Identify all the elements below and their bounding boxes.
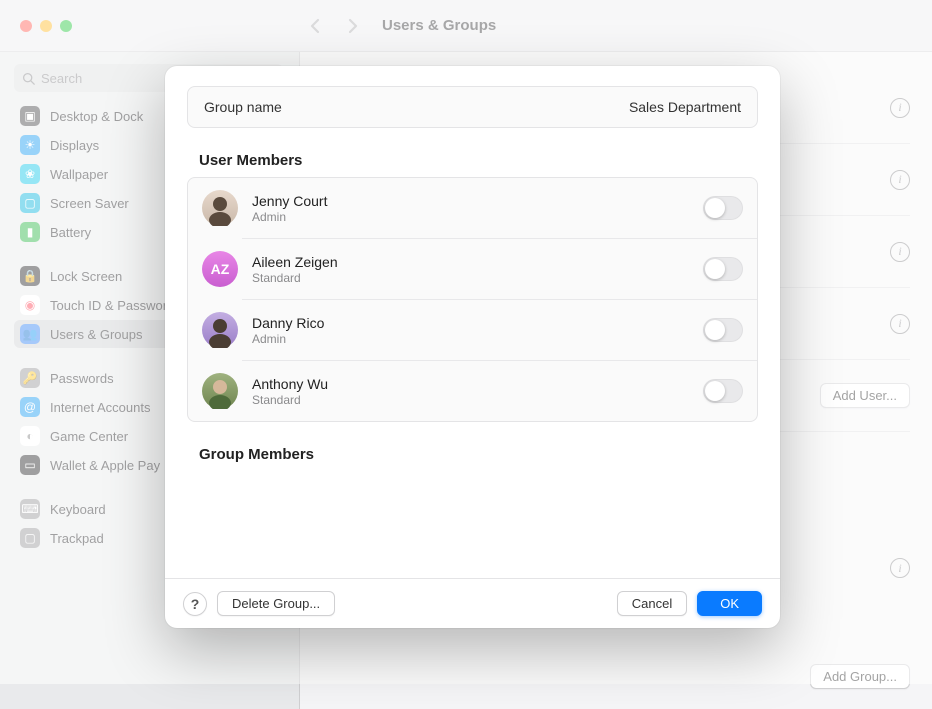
info-icon[interactable]: i [890,98,910,118]
member-row: Danny Rico Admin [188,300,757,360]
at-icon: @ [20,397,40,417]
memoji-icon [202,312,238,348]
cancel-button[interactable]: Cancel [617,591,687,616]
forward-button[interactable] [338,11,368,41]
member-name: Anthony Wu [252,376,689,392]
member-role: Admin [252,210,689,224]
nav-buttons [300,11,368,41]
maximize-button[interactable] [60,20,72,32]
memoji-icon [202,190,238,226]
info-icon[interactable]: i [890,170,910,190]
wallet-icon: ▭ [20,455,40,475]
back-button[interactable] [300,11,330,41]
page-title: Users & Groups [382,17,496,34]
minimize-button[interactable] [40,20,52,32]
member-name: Jenny Court [252,193,689,209]
avatar [202,190,238,226]
window-controls [0,20,100,32]
chevron-left-icon [310,18,320,34]
chevron-right-icon [348,18,358,34]
sidebar-item-label: Trackpad [50,531,104,546]
sidebar-item-label: Lock Screen [50,269,122,284]
sidebar-item-label: Wallet & Apple Pay [50,458,160,473]
avatar: AZ [202,251,238,287]
game-center-icon: ◐ [20,426,40,446]
sidebar-item-label: Touch ID & Password [50,298,174,313]
sidebar-item-label: Internet Accounts [50,400,150,415]
group-name-value: Sales Department [629,99,741,115]
member-toggle[interactable] [703,257,743,281]
trackpad-icon: ▢ [20,528,40,548]
group-name-label: Group name [204,99,282,115]
info-icon[interactable]: i [890,314,910,334]
sidebar-item-label: Wallpaper [50,167,108,182]
info-icon[interactable]: i [890,558,910,578]
group-members-header: Group Members [199,446,756,463]
group-name-row[interactable]: Group name Sales Department [187,86,758,128]
search-placeholder: Search [41,71,82,86]
member-row: AZ Aileen Zeigen Standard [188,239,757,299]
lock-icon: 🔒 [20,266,40,286]
info-icon[interactable]: i [890,242,910,262]
avatar [202,312,238,348]
desktop-icon: ▣ [20,106,40,126]
add-user-button[interactable]: Add User... [820,383,910,408]
member-name: Aileen Zeigen [252,254,689,270]
sidebar-item-label: Game Center [50,429,128,444]
member-row: Anthony Wu Standard [188,361,757,421]
help-button[interactable]: ? [183,592,207,616]
sidebar-item-label: Keyboard [50,502,106,517]
member-role: Standard [252,271,689,285]
sidebar-item-label: Passwords [50,371,114,386]
avatar-initials: AZ [211,261,230,277]
sidebar-item-label: Displays [50,138,99,153]
displays-icon: ☀ [20,135,40,155]
sidebar-item-label: Screen Saver [50,196,129,211]
users-icon: 👥 [20,324,40,344]
member-toggle[interactable] [703,196,743,220]
fingerprint-icon: ◉ [20,295,40,315]
member-name: Danny Rico [252,315,689,331]
wallpaper-icon: ❀ [20,164,40,184]
question-mark-icon: ? [191,596,200,612]
search-icon [22,72,35,85]
member-toggle[interactable] [703,379,743,403]
sidebar-item-label: Battery [50,225,91,240]
user-members-header: User Members [199,152,756,169]
keyboard-icon: ⌨ [20,499,40,519]
ok-button[interactable]: OK [697,591,762,616]
member-row: Jenny Court Admin [188,178,757,238]
edit-group-dialog: Group name Sales Department User Members… [165,66,780,628]
member-role: Standard [252,393,689,407]
sidebar-item-label: Desktop & Dock [50,109,143,124]
titlebar: Users & Groups [0,0,932,52]
close-button[interactable] [20,20,32,32]
member-role: Admin [252,332,689,346]
screen-saver-icon: ▢ [20,193,40,213]
member-toggle[interactable] [703,318,743,342]
user-members-list: Jenny Court Admin AZ Aileen Zeigen Stand… [187,177,758,422]
avatar [202,373,238,409]
system-settings-window: Users & Groups Search ▣ Desktop & Dock ☀ D… [0,0,932,684]
memoji-icon [202,373,238,409]
sidebar-item-label: Users & Groups [50,327,142,342]
battery-icon: ▮ [20,222,40,242]
delete-group-button[interactable]: Delete Group... [217,591,335,616]
dialog-footer: ? Delete Group... Cancel OK [165,578,780,628]
key-icon: 🔑 [20,368,40,388]
add-group-button[interactable]: Add Group... [810,664,910,689]
